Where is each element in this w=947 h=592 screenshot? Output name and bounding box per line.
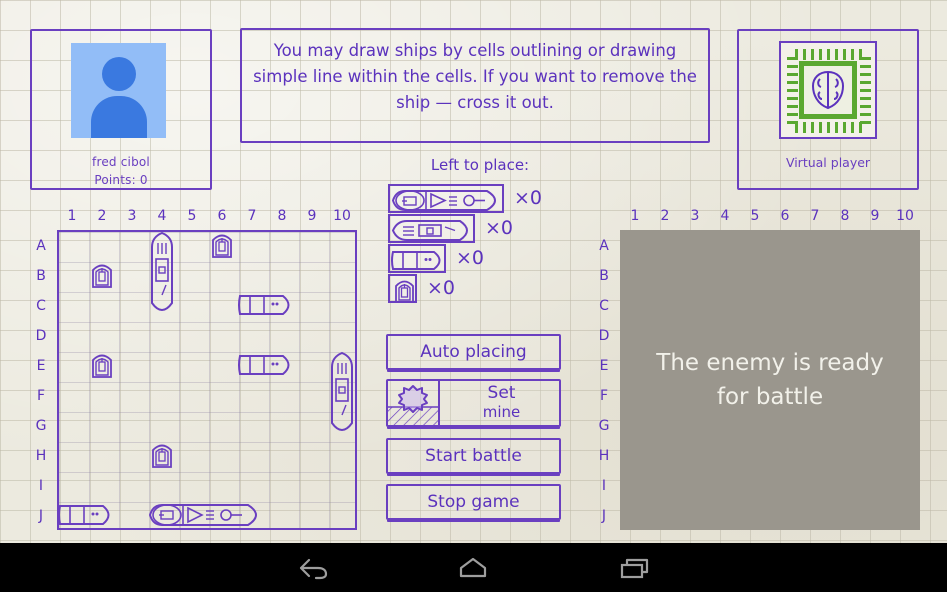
enemy-row-header-I: I <box>601 478 607 494</box>
player-row-header-D: D <box>35 328 47 344</box>
enemy-col-header-5: 5 <box>750 208 760 224</box>
app-root: fred cibol Points: 0 You may draw ships … <box>0 0 947 592</box>
player-row-header-H: H <box>35 448 47 464</box>
enemy-col-header-10: 10 <box>896 208 914 224</box>
start-battle-label: Start battle <box>425 446 522 466</box>
stop-game-label: Stop game <box>427 492 520 512</box>
player-row-header-E: E <box>36 358 46 374</box>
fleet-title: Left to place: <box>430 156 530 174</box>
fleet-item-cruiser[interactable]: ×0 <box>388 214 545 243</box>
enemy-row-header-J: J <box>601 508 607 524</box>
player-col-header-8: 8 <box>277 208 287 224</box>
enemy-row-header-D: D <box>598 328 610 344</box>
player-col-header-5: 5 <box>187 208 197 224</box>
player-row-header-F: F <box>36 388 46 404</box>
instructions-text: You may draw ships by cells outlining or… <box>253 41 697 112</box>
player-col-header-2: 2 <box>97 208 107 224</box>
enemy-col-header-3: 3 <box>690 208 700 224</box>
set-mine-button[interactable]: Set mine <box>386 379 561 427</box>
enemy-col-header-9: 9 <box>870 208 880 224</box>
enemy-row-header-F: F <box>599 388 609 404</box>
set-mine-label-line2: mine <box>482 403 521 421</box>
player-row-header-C: C <box>36 298 46 314</box>
player-row-header-A: A <box>36 238 46 254</box>
cpu-brain-icon <box>779 41 877 139</box>
set-mine-label-line1: Set <box>487 383 516 403</box>
player-col-header-7: 7 <box>247 208 257 224</box>
player-row-header-I: I <box>38 478 44 494</box>
stop-game-button[interactable]: Stop game <box>386 484 561 520</box>
player-row-header-J: J <box>38 508 44 524</box>
enemy-label: Virtual player <box>785 155 871 170</box>
enemy-row-header-E: E <box>599 358 609 374</box>
player-name: fred cibol <box>92 155 150 169</box>
fleet-count-destroyer: ×0 <box>456 247 485 269</box>
fleet-ship-sprite-cruiser <box>388 214 475 243</box>
auto-placing-button[interactable]: Auto placing <box>386 334 561 370</box>
fleet-item-submarine[interactable]: ×0 <box>388 274 487 303</box>
recents-icon[interactable] <box>590 543 680 592</box>
enemy-row-header-H: H <box>598 448 610 464</box>
fleet-item-battleship[interactable]: ×0 <box>388 184 574 213</box>
start-battle-button[interactable]: Start battle <box>386 438 561 474</box>
enemy-col-header-6: 6 <box>780 208 790 224</box>
fleet-count-cruiser: ×0 <box>485 217 514 239</box>
enemy-col-header-2: 2 <box>660 208 670 224</box>
player-col-header-4: 4 <box>157 208 167 224</box>
player-row-header-G: G <box>35 418 47 434</box>
android-navbar <box>0 543 947 592</box>
player-col-header-6: 6 <box>217 208 227 224</box>
player-row-header-B: B <box>36 268 46 284</box>
enemy-row-header-C: C <box>599 298 609 314</box>
enemy-overlay: The enemy is ready for battle <box>620 230 920 530</box>
enemy-overlay-text: The enemy is ready for battle <box>656 350 884 410</box>
player-col-header-9: 9 <box>307 208 317 224</box>
enemy-row-header-A: A <box>599 238 609 254</box>
sea-mine-icon <box>388 381 440 425</box>
enemy-col-header-1: 1 <box>630 208 640 224</box>
player-col-header-10: 10 <box>333 208 351 224</box>
player-col-header-3: 3 <box>127 208 137 224</box>
enemy-col-header-7: 7 <box>810 208 820 224</box>
fleet-ship-sprite-submarine <box>388 274 417 303</box>
enemy-row-header-G: G <box>598 418 610 434</box>
back-icon[interactable] <box>268 543 358 592</box>
player-points: Points: 0 <box>94 173 148 187</box>
player-grid[interactable] <box>57 230 357 530</box>
auto-placing-label: Auto placing <box>420 342 527 362</box>
avatar <box>71 43 166 138</box>
fleet-ship-sprite-battleship <box>388 184 504 213</box>
player-col-header-1: 1 <box>67 208 77 224</box>
fleet-item-destroyer[interactable]: ×0 <box>388 244 516 273</box>
enemy-col-header-8: 8 <box>840 208 850 224</box>
avatar-body-icon <box>90 96 147 138</box>
enemy-row-header-B: B <box>599 268 609 284</box>
fleet-count-battleship: ×0 <box>514 187 543 209</box>
enemy-col-header-4: 4 <box>720 208 730 224</box>
home-icon[interactable] <box>428 543 518 592</box>
fleet-ship-sprite-destroyer <box>388 244 446 273</box>
avatar-head-icon <box>101 57 136 91</box>
fleet-count-submarine: ×0 <box>427 277 456 299</box>
